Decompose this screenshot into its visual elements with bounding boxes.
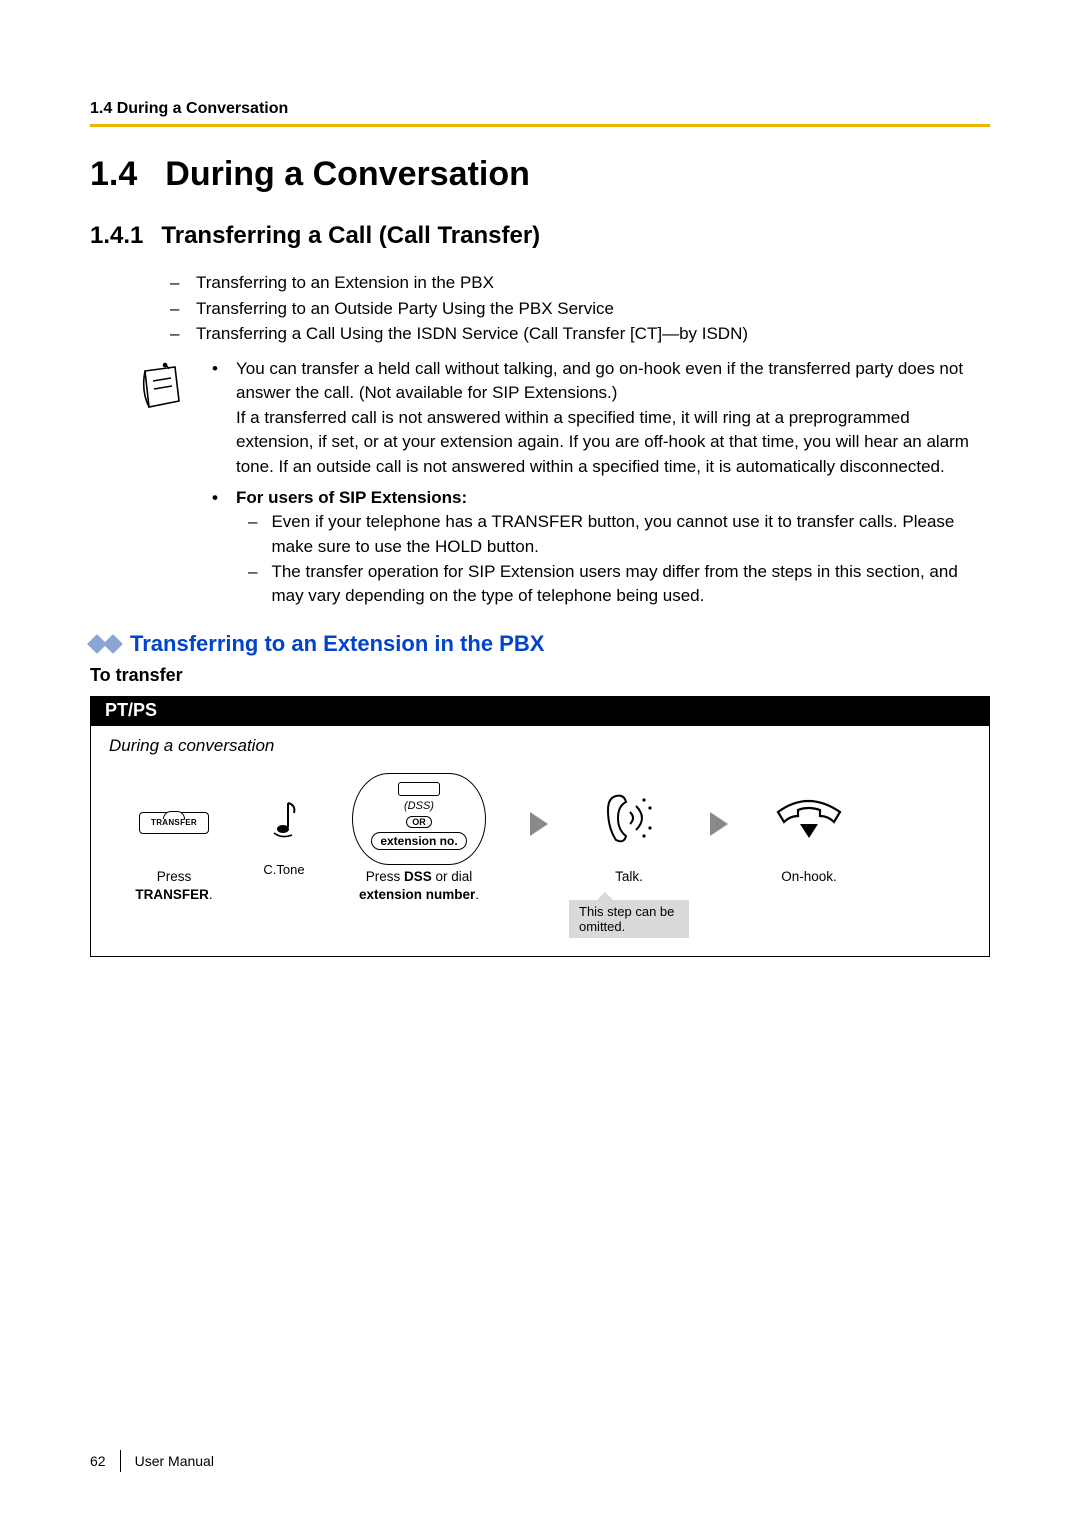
handset-talk-icon [594,780,664,858]
dss-key-icon [398,782,440,796]
page-footer: 62 User Manual [90,1450,214,1472]
h1-title: During a Conversation [165,155,530,194]
list-text: Transferring to an Extension in the PBX [196,270,494,296]
h2-title: Transferring a Call (Call Transfer) [161,222,540,250]
accent-rule [90,124,990,127]
step-onhook: On-hook. [749,780,869,886]
page-number: 62 [90,1453,106,1469]
list-item: –Transferring a Call Using the ISDN Serv… [170,321,990,347]
transfer-key-icon: TRANSFER [139,812,209,834]
heading-1: 1.4 During a Conversation [90,155,990,194]
step-dss: (DSS) OR extension no. Press DSS or dial… [329,780,509,904]
pt-bar: PT/PS [91,696,989,726]
step-row: TRANSFER Press TRANSFER. [109,780,971,938]
transfer-key-label: TRANSFER [151,818,197,827]
blue-heading: Transferring to an Extension in the PBX [90,631,990,657]
footer-divider [120,1450,121,1472]
list-text: Transferring a Call Using the ISDN Servi… [196,321,748,347]
step-caption: Press DSS or dial extension number. [359,868,479,904]
list-text: Transferring to an Outside Party Using t… [196,296,614,322]
footer-doc-title: User Manual [135,1453,214,1469]
note-para1: You can transfer a held call without tal… [236,359,963,403]
note-para2: If a transferred call is not answered wi… [236,408,969,476]
diagram-inner: During a conversation TRANSFER Press [91,726,989,956]
step-talk: Talk. This step can be omitted. [569,780,689,938]
step-transfer: TRANSFER Press TRANSFER. [109,780,239,904]
arrow-icon [699,780,739,858]
sip-sub-text: The transfer operation for SIP Extension… [271,560,990,609]
heading-2: 1.4.1 Transferring a Call (Call Transfer… [90,222,990,250]
note-bullets: • You can transfer a held call without t… [208,357,990,609]
step-caption: Press TRANSFER. [135,868,212,904]
music-note-icon [268,780,300,858]
pt-tag: PT/PS [91,696,171,725]
during-conversation-label: During a conversation [109,736,971,756]
note-icon [130,357,190,609]
choice-balloon-icon: (DSS) OR extension no. [352,773,485,865]
or-pill: OR [406,816,432,828]
extension-no-pill: extension no. [371,832,466,850]
blue-heading-text: Transferring to an Extension in the PBX [130,631,544,657]
running-head: 1.4 During a Conversation [90,100,990,118]
list-item: –Transferring to an Outside Party Using … [170,296,990,322]
onhook-icon [770,780,848,858]
diagram-box: PT/PS During a conversation TRANSFER [90,696,990,957]
top-dash-list: –Transferring to an Extension in the PBX… [170,270,990,347]
h1-number: 1.4 [90,155,137,194]
ctone-step: C.Tone [249,780,319,877]
sip-sub-item: –The transfer operation for SIP Extensio… [248,560,990,609]
sip-sub-text: Even if your telephone has a TRANSFER bu… [271,510,990,559]
sip-heading-row: • For users of SIP Extensions: [208,486,990,511]
note-block: • You can transfer a held call without t… [130,357,990,609]
diamond-icon [90,637,120,651]
sip-heading: For users of SIP Extensions: [236,486,467,511]
page-root: 1.4 During a Conversation 1.4 During a C… [0,0,1080,1528]
arrow-icon [519,780,559,858]
to-transfer-label: To transfer [90,665,990,686]
sip-sub-item: –Even if your telephone has a TRANSFER b… [248,510,990,559]
h2-number: 1.4.1 [90,222,143,250]
omit-callout: This step can be omitted. [569,900,689,938]
list-item: –Transferring to an Extension in the PBX [170,270,990,296]
ctone-label: C.Tone [263,862,304,877]
note-text: You can transfer a held call without tal… [236,357,990,480]
dss-label: (DSS) [404,800,434,812]
bullet-item: • You can transfer a held call without t… [208,357,990,480]
step-caption: On-hook. [781,868,837,886]
step-caption: Talk. [615,868,643,886]
